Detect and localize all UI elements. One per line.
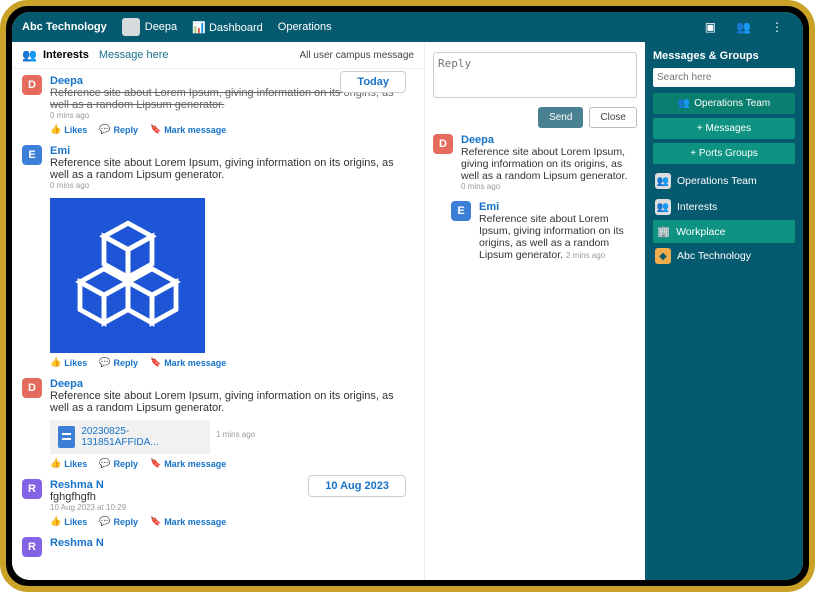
- thread-text: Reference site about Lorem Ipsum, giving…: [461, 146, 637, 182]
- app-screen: Abc Technology Deepa 📊 Dashboard Operati…: [12, 12, 803, 580]
- post-body: Reference site about Lorem Ipsum, giving…: [50, 157, 414, 181]
- post-actions: 👍 Likes 💬 Reply 🔖 Mark message: [50, 124, 414, 135]
- people-icon: 👥: [655, 199, 671, 215]
- reply-box: [433, 52, 637, 103]
- group-icon: 👥: [22, 48, 37, 62]
- cubes-icon: [68, 216, 188, 336]
- thread-time-inline: 2 mins ago: [566, 251, 605, 260]
- send-button[interactable]: Send: [538, 107, 583, 128]
- post-actions: 👍 Likes 💬 Reply 🔖 Mark message: [50, 458, 414, 469]
- likes-action[interactable]: 👍 Likes: [50, 516, 87, 527]
- avatar-icon: D: [22, 75, 42, 95]
- date-chip-today: Today: [340, 71, 406, 93]
- building-icon: 🏢: [657, 225, 670, 238]
- group-label: Interests: [677, 201, 717, 213]
- note-icon[interactable]: ▣: [705, 20, 716, 34]
- thread-author[interactable]: Emi: [479, 201, 637, 213]
- thread-author[interactable]: Deepa: [461, 134, 637, 146]
- menu-dots-icon[interactable]: ⋮: [771, 20, 783, 34]
- people-icon: 👥: [655, 173, 671, 189]
- reply-action[interactable]: 💬 Reply: [99, 458, 138, 469]
- mark-action[interactable]: 🔖 Mark message: [150, 357, 226, 368]
- brand-label: Abc Technology: [22, 21, 107, 33]
- feed-body: Today D Deepa Reference site about Lorem…: [12, 69, 424, 580]
- post-body: Reference site about Lorem Ipsum, giving…: [50, 390, 414, 414]
- feed-header: 👥 Interests Message here All user campus…: [12, 42, 424, 69]
- avatar-icon: D: [22, 378, 42, 398]
- sidebar: Messages & Groups 👥 Operations Team + Me…: [645, 42, 803, 580]
- mark-action[interactable]: 🔖 Mark message: [150, 516, 226, 527]
- thread-post: E Emi Reference site about Lorem Ipsum, …: [451, 201, 637, 261]
- post-image[interactable]: [50, 198, 205, 353]
- group-label: Operations Team: [677, 175, 757, 187]
- feed-header-note: All user campus message: [300, 50, 415, 61]
- feed-post: 10 Aug 2023 R Reshma N fghgfhgfh 10 Aug …: [22, 479, 414, 527]
- avatar-icon: E: [451, 201, 471, 221]
- tablet-frame: Abc Technology Deepa 📊 Dashboard Operati…: [0, 0, 815, 592]
- avatar-icon: R: [22, 479, 42, 499]
- feed-subtitle[interactable]: Message here: [99, 49, 169, 61]
- file-icon: [58, 426, 75, 448]
- likes-action[interactable]: 👍 Likes: [50, 124, 87, 135]
- post-actions: 👍 Likes 💬 Reply 🔖 Mark message: [50, 357, 414, 368]
- reply-action[interactable]: 💬 Reply: [99, 357, 138, 368]
- feed-post: R Reshma N: [22, 537, 414, 557]
- tab-dashboard-label: Dashboard: [209, 22, 263, 34]
- org-icon: ◆: [655, 248, 671, 264]
- reply-action[interactable]: 💬 Reply: [99, 516, 138, 527]
- post-time: 0 mins ago: [50, 181, 414, 190]
- thread-column: Send Close D Deepa Reference site about …: [425, 42, 645, 580]
- date-chip-aug10: 10 Aug 2023: [308, 475, 406, 497]
- group-item-org[interactable]: ◆ Abc Technology: [653, 243, 795, 269]
- avatar-icon: E: [22, 145, 42, 165]
- post-time: 0 mins ago: [50, 111, 414, 120]
- avatar-icon: D: [433, 134, 453, 154]
- thread-body: D Deepa Reference site about Lorem Ipsum…: [425, 134, 645, 271]
- feed-column: 👥 Interests Message here All user campus…: [12, 42, 425, 580]
- add-ports-groups-button[interactable]: + Ports Groups: [653, 143, 795, 164]
- mark-action[interactable]: 🔖 Mark message: [150, 458, 226, 469]
- feed-post: Today D Deepa Reference site about Lorem…: [22, 75, 414, 135]
- post-author[interactable]: Deepa: [50, 378, 414, 390]
- post-actions: 👍 Likes 💬 Reply 🔖 Mark message: [50, 516, 414, 527]
- post-time: 10 Aug 2023 at 10:29: [50, 503, 414, 512]
- likes-action[interactable]: 👍 Likes: [50, 458, 87, 469]
- file-name: 20230825-131851AFFIDA...: [81, 426, 202, 448]
- group-item-operations[interactable]: 👥 Operations Team: [653, 168, 795, 194]
- likes-action[interactable]: 👍 Likes: [50, 357, 87, 368]
- feed-post: E Emi Reference site about Lorem Ipsum, …: [22, 145, 414, 368]
- mark-action[interactable]: 🔖 Mark message: [150, 124, 226, 135]
- file-attachment[interactable]: 20230825-131851AFFIDA...: [50, 420, 210, 454]
- feed-post: D Deepa Reference site about Lorem Ipsum…: [22, 378, 414, 469]
- thread-text: Reference site about Lorem Ipsum, giving…: [479, 213, 637, 261]
- main-area: 👥 Interests Message here All user campus…: [12, 42, 803, 580]
- post-author[interactable]: Reshma N: [50, 537, 414, 549]
- operations-team-button[interactable]: 👥 Operations Team: [653, 93, 795, 114]
- people-icon[interactable]: 👥: [736, 20, 751, 34]
- group-item-workplace[interactable]: 🏢 Workplace: [653, 220, 795, 243]
- user-avatar-icon[interactable]: [122, 18, 140, 36]
- close-button[interactable]: Close: [589, 107, 637, 128]
- avatar-icon: R: [22, 537, 42, 557]
- sidebar-title: Messages & Groups: [653, 50, 795, 62]
- post-author[interactable]: Emi: [50, 145, 414, 157]
- add-messages-button[interactable]: + Messages: [653, 118, 795, 139]
- thread-time: 0 mins ago: [461, 182, 637, 191]
- topbar-user[interactable]: Deepa: [145, 21, 177, 33]
- thread-post: D Deepa Reference site about Lorem Ipsum…: [433, 134, 637, 191]
- reply-action[interactable]: 💬 Reply: [99, 124, 138, 135]
- tab-dashboard[interactable]: 📊 Dashboard: [192, 21, 263, 34]
- group-label: Abc Technology: [677, 250, 751, 262]
- sidebar-search-input[interactable]: [653, 68, 795, 87]
- group-label: Workplace: [676, 226, 725, 238]
- feed-title: Interests: [43, 49, 89, 61]
- reply-input[interactable]: [433, 52, 637, 98]
- topbar: Abc Technology Deepa 📊 Dashboard Operati…: [12, 12, 803, 42]
- tab-operations[interactable]: Operations: [278, 21, 332, 33]
- group-item-interests[interactable]: 👥 Interests: [653, 194, 795, 220]
- file-time: 1 mins ago: [216, 430, 255, 439]
